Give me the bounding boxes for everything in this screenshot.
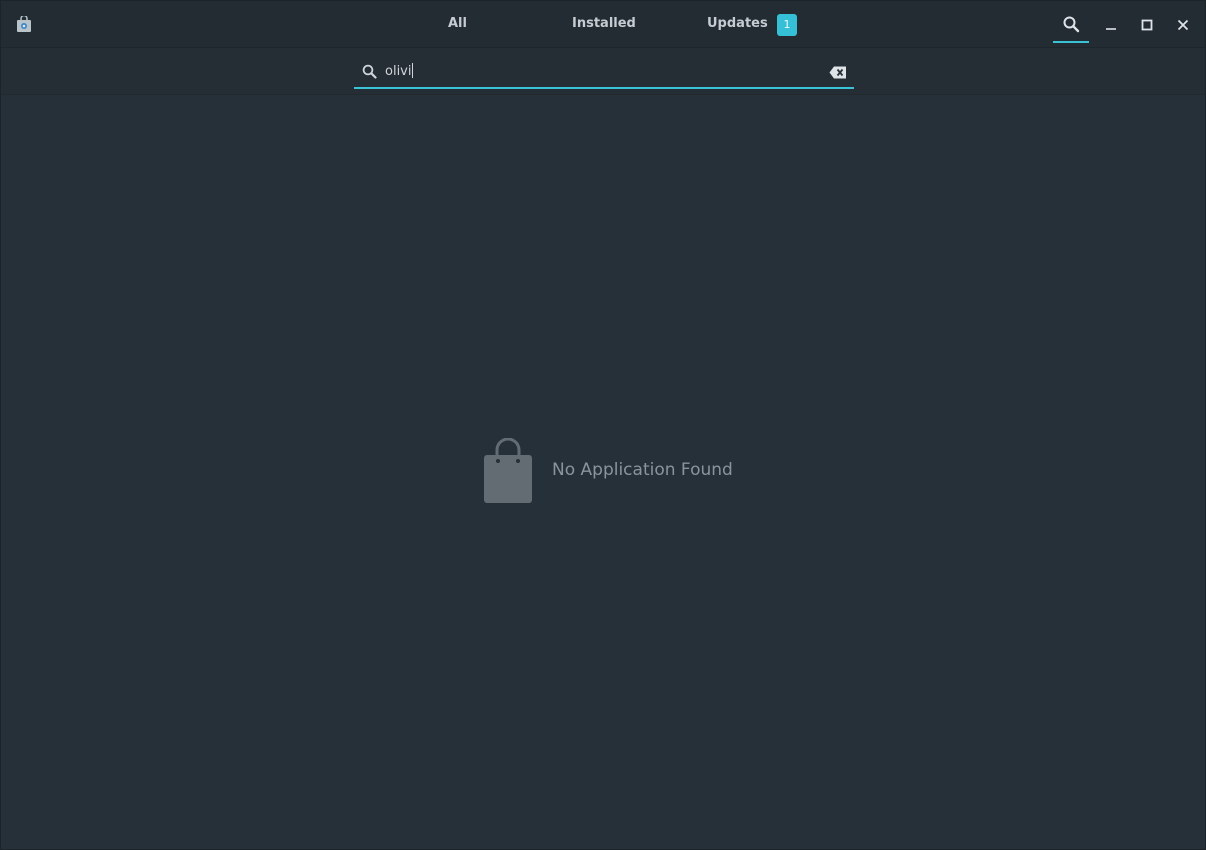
search-input-text: olivi	[385, 63, 414, 79]
shopping-bag-icon	[484, 438, 532, 503]
app-window: All Installed Updates 1 olivi No Applica…	[0, 0, 1206, 850]
tab-all[interactable]: All	[448, 1, 467, 48]
search-bar: olivi	[1, 48, 1205, 95]
backspace-clear-icon[interactable]	[829, 66, 847, 79]
tab-installed[interactable]: Installed	[572, 1, 636, 48]
search-toggle-button[interactable]	[1053, 7, 1089, 43]
search-icon	[1063, 16, 1079, 32]
search-icon	[362, 64, 377, 79]
maximize-button[interactable]	[1129, 7, 1165, 43]
search-input[interactable]: olivi	[354, 56, 854, 89]
empty-state: No Application Found	[483, 438, 783, 504]
minimize-icon	[1106, 28, 1116, 30]
close-icon	[1177, 19, 1189, 31]
tab-updates[interactable]: Updates	[707, 1, 768, 48]
minimize-button[interactable]	[1093, 7, 1129, 43]
header-bar: All Installed Updates 1	[1, 1, 1205, 48]
empty-state-message: No Application Found	[552, 460, 733, 480]
updates-count-badge: 1	[777, 14, 797, 36]
maximize-icon	[1141, 19, 1153, 31]
view-switcher: All Installed Updates 1	[1, 1, 1205, 48]
close-button[interactable]	[1165, 7, 1201, 43]
